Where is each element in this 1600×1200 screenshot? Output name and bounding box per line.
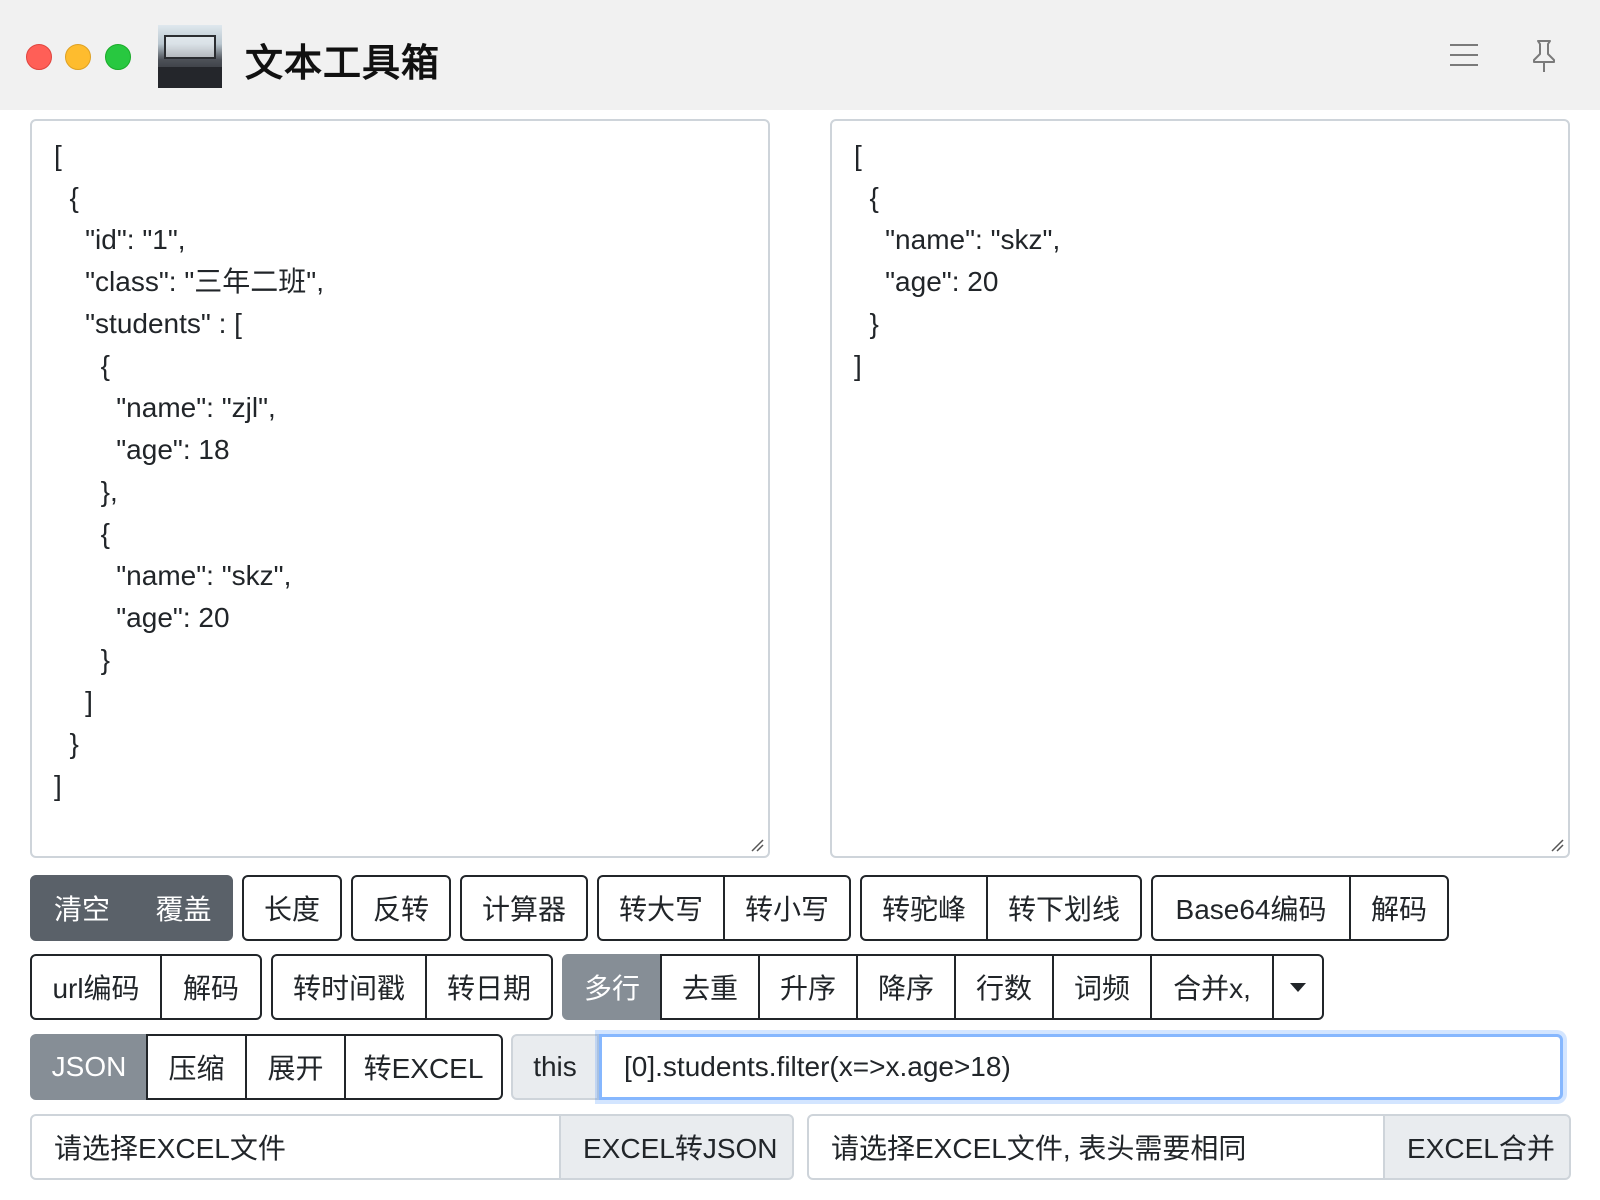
excel-merge-button[interactable]: EXCEL合并: [1385, 1114, 1571, 1180]
toolbar-row-2: url编码 解码 转时间戳 转日期 多行 去重 升序 降序 行数 词频 合并x,: [30, 954, 1333, 1020]
toolbar-row-1: 清空 覆盖 长度 反转 计算器 转大写 转小写 转驼峰 转下划线 Base64编…: [30, 875, 1458, 941]
sort-asc-button[interactable]: 升序: [758, 954, 858, 1020]
expression-input[interactable]: [0].students.filter(x=>x.age>18): [599, 1034, 1563, 1100]
uppercase-button[interactable]: 转大写: [597, 875, 725, 941]
pin-icon[interactable]: [1530, 38, 1558, 74]
camelcase-button[interactable]: 转驼峰: [860, 875, 988, 941]
this-label: this: [511, 1034, 599, 1100]
lowercase-button[interactable]: 转小写: [723, 875, 851, 941]
title-bar: 文本工具箱: [0, 0, 1600, 110]
merge-options-dropdown[interactable]: [1272, 954, 1324, 1020]
input-textarea[interactable]: [ { "id": "1", "class": "三年二班", "student…: [30, 119, 770, 858]
overwrite-button[interactable]: 覆盖: [134, 875, 233, 941]
clear-button[interactable]: 清空: [30, 875, 134, 941]
minimize-window-button[interactable]: [65, 44, 91, 70]
url-encode-button[interactable]: url编码: [30, 954, 162, 1020]
app-icon: [158, 25, 222, 88]
resize-grip-icon[interactable]: [748, 836, 764, 852]
sort-desc-button[interactable]: 降序: [856, 954, 956, 1020]
underscore-button[interactable]: 转下划线: [986, 875, 1142, 941]
output-text: [ { "name": "skz", "age": 20 } ]: [854, 140, 1061, 381]
length-button[interactable]: 长度: [242, 875, 342, 941]
excel-merge-file-input[interactable]: 请选择EXCEL文件, 表头需要相同: [807, 1114, 1385, 1180]
output-textarea[interactable]: [ { "name": "skz", "age": 20 } ]: [830, 119, 1570, 858]
input-text: [ { "id": "1", "class": "三年二班", "student…: [54, 140, 325, 801]
calculator-button[interactable]: 计算器: [460, 875, 588, 941]
json-toggle[interactable]: JSON: [30, 1034, 148, 1100]
to-excel-button[interactable]: 转EXCEL: [344, 1034, 503, 1100]
reverse-button[interactable]: 反转: [351, 875, 451, 941]
json-toolbar: JSON 压缩 展开 转EXCEL this [0].students.filt…: [30, 1034, 1563, 1100]
caret-down-icon: [1290, 982, 1306, 992]
dedupe-button[interactable]: 去重: [660, 954, 760, 1020]
merge-button[interactable]: 合并x,: [1150, 954, 1274, 1020]
expand-button[interactable]: 展开: [245, 1034, 346, 1100]
hamburger-menu-icon[interactable]: [1450, 44, 1478, 68]
resize-grip-icon[interactable]: [1548, 836, 1564, 852]
line-tools-group: 多行 去重 升序 降序 行数 词频 合并x,: [562, 954, 1324, 1020]
clear-overwrite-group: 清空 覆盖: [30, 875, 233, 941]
line-count-button[interactable]: 行数: [954, 954, 1054, 1020]
word-frequency-button[interactable]: 词频: [1052, 954, 1152, 1020]
base64-decode-button[interactable]: 解码: [1349, 875, 1449, 941]
excel-to-json-button[interactable]: EXCEL转JSON: [561, 1114, 794, 1180]
to-timestamp-button[interactable]: 转时间戳: [271, 954, 427, 1020]
excel-to-json-group: 请选择EXCEL文件 EXCEL转JSON: [30, 1114, 794, 1180]
maximize-window-button[interactable]: [105, 44, 131, 70]
base64-encode-button[interactable]: Base64编码: [1151, 875, 1351, 941]
url-decode-button[interactable]: 解码: [160, 954, 262, 1020]
app-title: 文本工具箱: [245, 43, 441, 85]
excel-merge-group: 请选择EXCEL文件, 表头需要相同 EXCEL合并: [807, 1114, 1571, 1180]
excel-file-input[interactable]: 请选择EXCEL文件: [30, 1114, 561, 1180]
compress-button[interactable]: 压缩: [146, 1034, 247, 1100]
to-date-button[interactable]: 转日期: [425, 954, 553, 1020]
multiline-toggle[interactable]: 多行: [562, 954, 662, 1020]
close-window-button[interactable]: [26, 44, 52, 70]
